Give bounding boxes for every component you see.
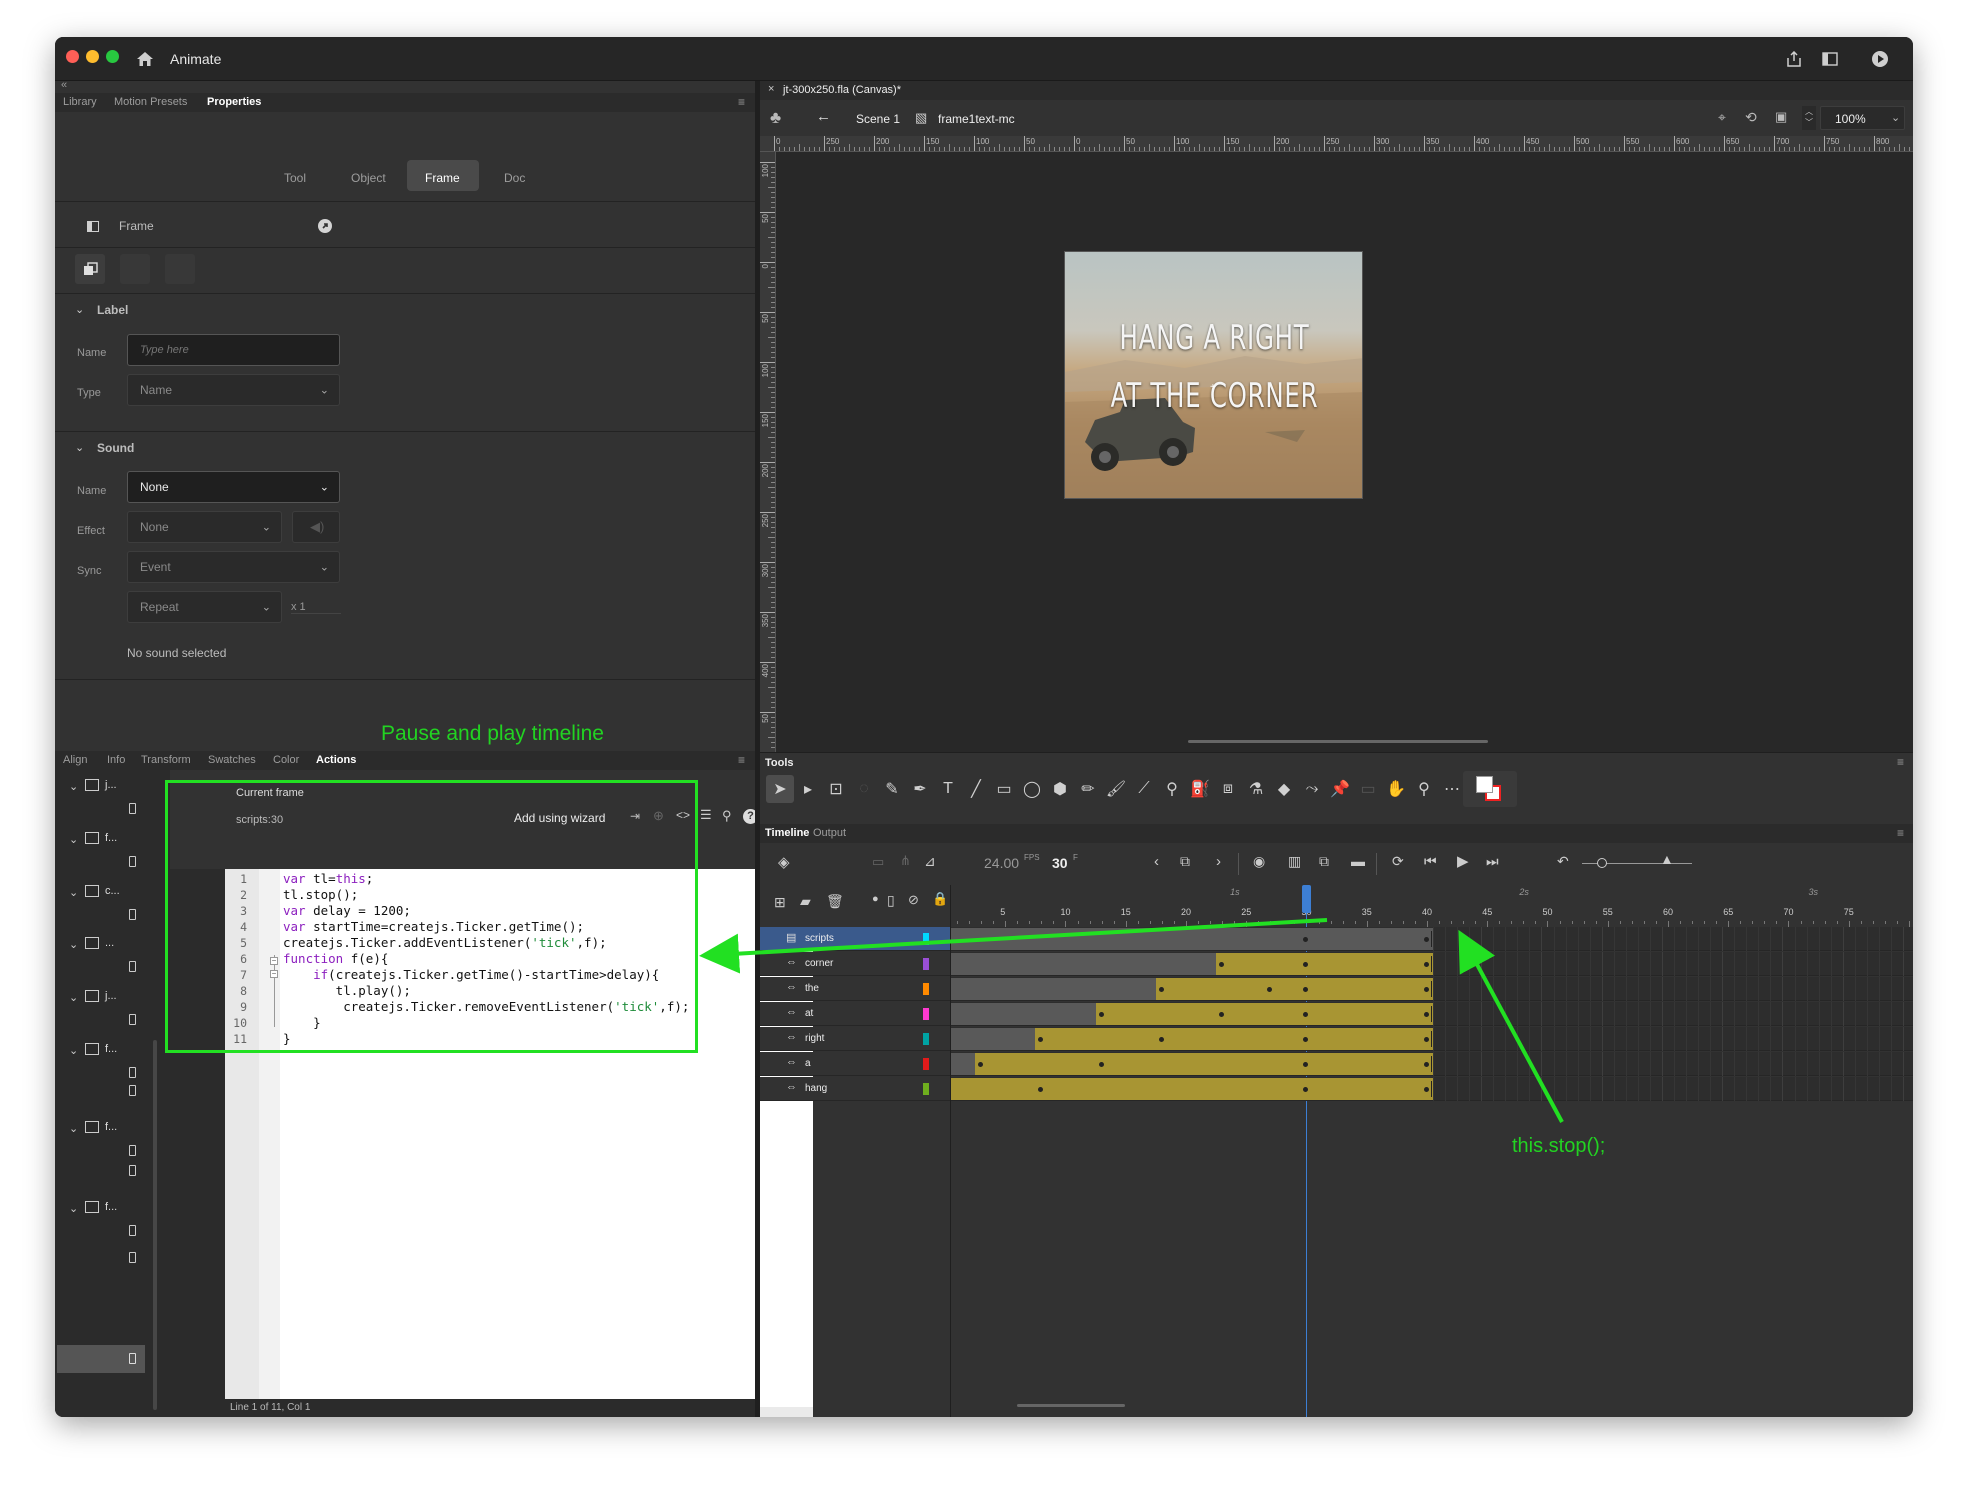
arrow-to-code <box>699 918 1328 974</box>
annotation-arrows <box>699 918 1564 1123</box>
arrow-to-stop-frame <box>1458 929 1564 1123</box>
